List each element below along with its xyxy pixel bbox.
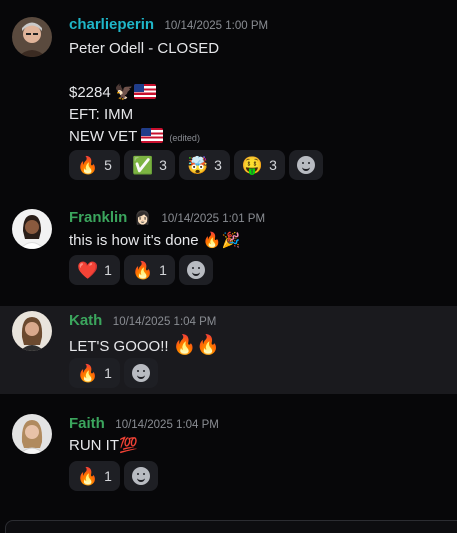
message-line: EFT: IMM bbox=[69, 106, 134, 123]
message-line: RUN IT💯 bbox=[69, 436, 138, 454]
message-line: Peter Odell - CLOSED bbox=[69, 40, 220, 57]
message-charlieperin: charlieperin 10/14/2025 1:00 PM Peter Od… bbox=[0, 0, 457, 200]
reaction-money-face[interactable]: 🤑 3 bbox=[233, 150, 285, 180]
username[interactable]: charlieperin bbox=[69, 16, 154, 33]
reaction-count: 1 bbox=[104, 262, 112, 278]
message-line: this is how it's done 🔥🎉 bbox=[69, 231, 240, 249]
timestamp: 10/14/2025 1:04 PM bbox=[115, 419, 219, 431]
amount-text: $2284 bbox=[69, 84, 111, 101]
smile-plus-icon bbox=[131, 364, 150, 382]
fire-icon: 🔥 bbox=[77, 466, 99, 486]
reactions: 🔥 1 bbox=[69, 358, 158, 388]
message-franklin: Franklin 👩🏻 10/14/2025 1:01 PM this is h… bbox=[0, 200, 457, 300]
reactions: 🔥 5 ✅ 3 🤯 3 🤑 3 bbox=[69, 150, 323, 180]
message-header: Kath 10/14/2025 1:04 PM bbox=[69, 312, 216, 330]
mind-blown-icon: 🤯 bbox=[186, 155, 209, 175]
reaction-fire[interactable]: 🔥 1 bbox=[123, 255, 175, 285]
timestamp: 10/14/2025 1:04 PM bbox=[112, 316, 217, 328]
fire-icon: 🔥 bbox=[77, 155, 99, 175]
edited-label: (edited) bbox=[169, 133, 200, 143]
money-face-icon: 🤑 bbox=[241, 155, 264, 175]
role-badge-icon: 👩🏻 bbox=[134, 210, 151, 225]
reaction-heart[interactable]: ❤️ 1 bbox=[69, 255, 120, 285]
message-kath: Kath 10/14/2025 1:04 PM LET'S GOOO!! 🔥🔥 … bbox=[0, 306, 457, 394]
hundred-points-icon: 💯 bbox=[119, 437, 138, 454]
username[interactable]: Franklin bbox=[69, 209, 127, 226]
message-line-vet: NEW VET (edited) bbox=[69, 128, 200, 145]
message-header: charlieperin 10/14/2025 1:00 PM bbox=[69, 16, 268, 34]
reaction-count: 1 bbox=[159, 262, 167, 278]
add-reaction-button[interactable] bbox=[178, 255, 213, 285]
eagle-icon: 🦅 bbox=[114, 84, 134, 101]
message-text: LET'S GOOO!! bbox=[69, 338, 169, 355]
add-reaction-button[interactable] bbox=[123, 461, 158, 491]
add-reaction-button[interactable] bbox=[288, 150, 323, 180]
reaction-count: 1 bbox=[104, 468, 112, 484]
username[interactable]: Faith bbox=[69, 415, 105, 432]
avatar[interactable] bbox=[12, 414, 52, 454]
avatar[interactable] bbox=[12, 311, 52, 351]
vet-text: NEW VET bbox=[69, 128, 138, 145]
smile-plus-icon bbox=[186, 261, 205, 279]
avatar[interactable] bbox=[12, 209, 52, 249]
check-icon: ✅ bbox=[131, 155, 154, 175]
message-input[interactable] bbox=[5, 520, 457, 533]
smile-plus-icon bbox=[131, 467, 150, 485]
reaction-fire[interactable]: 🔥 1 bbox=[69, 358, 120, 388]
message-faith: Faith 10/14/2025 1:04 PM RUN IT💯 🔥 1 bbox=[0, 405, 457, 505]
message-text: RUN IT bbox=[69, 437, 119, 454]
username[interactable]: Kath bbox=[69, 312, 102, 329]
us-flag-icon bbox=[133, 84, 156, 99]
add-reaction-button[interactable] bbox=[123, 358, 158, 388]
reaction-count: 5 bbox=[104, 157, 112, 173]
us-flag-icon bbox=[141, 128, 164, 143]
reactions: 🔥 1 bbox=[69, 461, 158, 491]
smile-plus-icon bbox=[296, 156, 315, 174]
fire-icon: 🔥🔥 bbox=[172, 335, 221, 356]
timestamp: 10/14/2025 1:01 PM bbox=[161, 213, 266, 225]
reactions: ❤️ 1 🔥 1 bbox=[69, 255, 213, 285]
avatar[interactable] bbox=[12, 17, 52, 57]
reaction-count: 1 bbox=[104, 365, 112, 381]
reaction-count: 3 bbox=[269, 157, 277, 173]
reaction-mind-blown[interactable]: 🤯 3 bbox=[178, 150, 230, 180]
heart-icon: ❤️ bbox=[77, 260, 99, 280]
reaction-check[interactable]: ✅ 3 bbox=[123, 150, 175, 180]
fire-party-icon: 🔥🎉 bbox=[202, 232, 241, 249]
reaction-fire[interactable]: 🔥 1 bbox=[69, 461, 120, 491]
reaction-count: 3 bbox=[159, 157, 167, 173]
fire-icon: 🔥 bbox=[131, 260, 154, 280]
reaction-count: 3 bbox=[214, 157, 222, 173]
message-header: Franklin 👩🏻 10/14/2025 1:01 PM bbox=[69, 209, 265, 227]
message-header: Faith 10/14/2025 1:04 PM bbox=[69, 415, 219, 433]
message-line: LET'S GOOO!! 🔥🔥 bbox=[69, 333, 220, 357]
timestamp: 10/14/2025 1:00 PM bbox=[164, 20, 269, 32]
message-line-amount: $2284 🦅 bbox=[69, 83, 156, 101]
reaction-fire[interactable]: 🔥 5 bbox=[69, 150, 120, 180]
message-text: this is how it's done bbox=[69, 232, 199, 249]
fire-icon: 🔥 bbox=[77, 363, 99, 383]
